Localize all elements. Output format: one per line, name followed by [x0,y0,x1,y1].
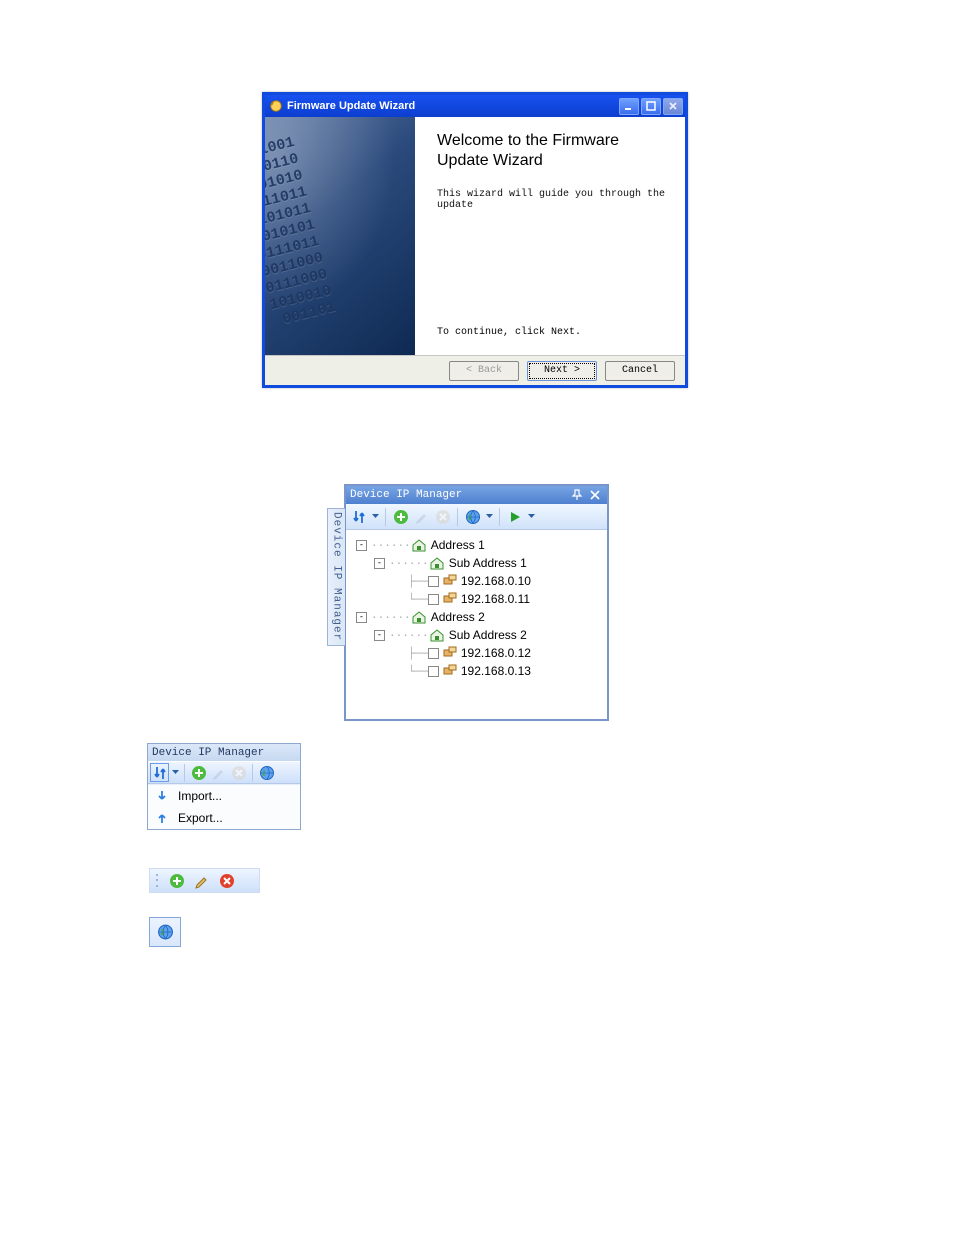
wizard-description: This wizard will guide you through the u… [437,189,667,211]
wizard-title: Firmware Update Wizard [287,100,415,112]
tree-node-ip3[interactable]: ├── 192.168.0.12 [350,644,603,662]
chevron-down-icon[interactable] [527,508,535,525]
device-icon [443,646,457,660]
toolbar-strip [149,868,260,893]
mini-toolbar [148,761,300,784]
import-export-menu: Import... Export... [148,784,300,829]
firmware-icon [269,99,283,113]
delete-icon [434,508,451,525]
dipm-titlebar[interactable]: Device IP Manager [346,486,607,504]
device-ip-manager-mini: Device IP Manager Import... [147,743,301,830]
menu-label: Import... [172,789,222,803]
address-tree: - ······ Address 1 - ······ Sub Address … [346,530,607,686]
up-down-arrows-icon[interactable] [350,508,367,525]
close-icon[interactable] [587,488,603,502]
chevron-down-icon[interactable] [371,508,379,525]
window-close-button[interactable] [663,98,683,115]
play-icon[interactable] [506,508,523,525]
next-button[interactable]: Next > [527,361,597,381]
device-icon [443,664,457,678]
checkbox[interactable] [428,666,439,677]
tree-label: Sub Address 1 [449,556,527,570]
globe-icon [157,924,174,941]
checkbox[interactable] [428,594,439,605]
tree-label: 192.168.0.12 [461,646,531,660]
device-icon [443,574,457,588]
collapse-icon[interactable]: - [374,630,385,641]
dipm-title-text: Device IP Manager [350,489,462,501]
add-icon[interactable] [168,872,185,889]
wizard-heading: Welcome to the Firmware Update Wizard [437,131,667,171]
collapse-icon[interactable]: - [356,612,367,623]
tree-node-address2[interactable]: - ······ Address 2 [350,608,603,626]
wizard-artwork: 011001 0110110 01101010 00111011 1001010… [265,117,415,355]
up-down-arrows-icon[interactable] [151,764,168,781]
house-icon [429,628,445,642]
firmware-wizard-window: Firmware Update Wizard 011001 0110110 01… [262,92,688,388]
cancel-button[interactable]: Cancel [605,361,675,381]
delete-icon [230,764,247,781]
house-icon [411,538,427,552]
menu-item-export[interactable]: Export... [148,807,300,829]
dipm-toolbar [346,504,607,530]
wizard-titlebar[interactable]: Firmware Update Wizard [265,95,685,117]
tree-label: Address 2 [431,610,485,624]
globe-icon[interactable] [464,508,481,525]
tree-label: 192.168.0.11 [461,592,530,606]
delete-icon[interactable] [218,872,235,889]
import-arrow-icon [152,789,172,803]
tree-node-ip1[interactable]: ├── 192.168.0.10 [350,572,603,590]
house-icon [429,556,445,570]
device-ip-manager-panel: Device IP Manager Device IP Manager [344,484,609,721]
tree-label: Address 1 [431,538,485,552]
device-ip-manager-dock-tab[interactable]: Device IP Manager [327,508,345,646]
globe-icon[interactable] [258,764,275,781]
globe-button[interactable] [149,917,181,947]
mini-title[interactable]: Device IP Manager [148,744,300,761]
export-arrow-icon [152,811,172,825]
menu-item-import[interactable]: Import... [148,785,300,807]
edit-icon[interactable] [193,872,210,889]
toolbar-grip[interactable] [156,873,160,889]
edit-icon [210,764,227,781]
add-icon[interactable] [392,508,409,525]
wizard-footer: < Back Next > Cancel [265,355,685,385]
collapse-icon[interactable]: - [374,558,385,569]
tree-node-sub1[interactable]: - ······ Sub Address 1 [350,554,603,572]
tree-node-address1[interactable]: - ······ Address 1 [350,536,603,554]
maximize-button[interactable] [641,98,661,115]
wizard-heading-line2: Update Wizard [437,151,667,171]
house-icon [411,610,427,624]
chevron-down-icon[interactable] [485,508,493,525]
back-button: < Back [449,361,519,381]
wizard-continue-hint: To continue, click Next. [437,327,667,338]
edit-icon [413,508,430,525]
wizard-heading-line1: Welcome to the Firmware [437,131,667,151]
checkbox[interactable] [428,648,439,659]
checkbox[interactable] [428,576,439,587]
chevron-down-icon[interactable] [171,764,179,781]
wizard-body: 011001 0110110 01101010 00111011 1001010… [265,117,685,355]
tree-label: 192.168.0.10 [461,574,531,588]
add-icon[interactable] [190,764,207,781]
tree-node-ip2[interactable]: └── 192.168.0.11 [350,590,603,608]
tree-node-sub2[interactable]: - ······ Sub Address 2 [350,626,603,644]
collapse-icon[interactable]: - [356,540,367,551]
tree-label: Sub Address 2 [449,628,527,642]
tree-label: 192.168.0.13 [461,664,531,678]
tree-node-ip4[interactable]: └── 192.168.0.13 [350,662,603,680]
menu-label: Export... [172,811,223,825]
minimize-button[interactable] [619,98,639,115]
pin-icon[interactable] [569,488,585,502]
wizard-content: Welcome to the Firmware Update Wizard Th… [415,117,685,355]
device-icon [443,592,457,606]
